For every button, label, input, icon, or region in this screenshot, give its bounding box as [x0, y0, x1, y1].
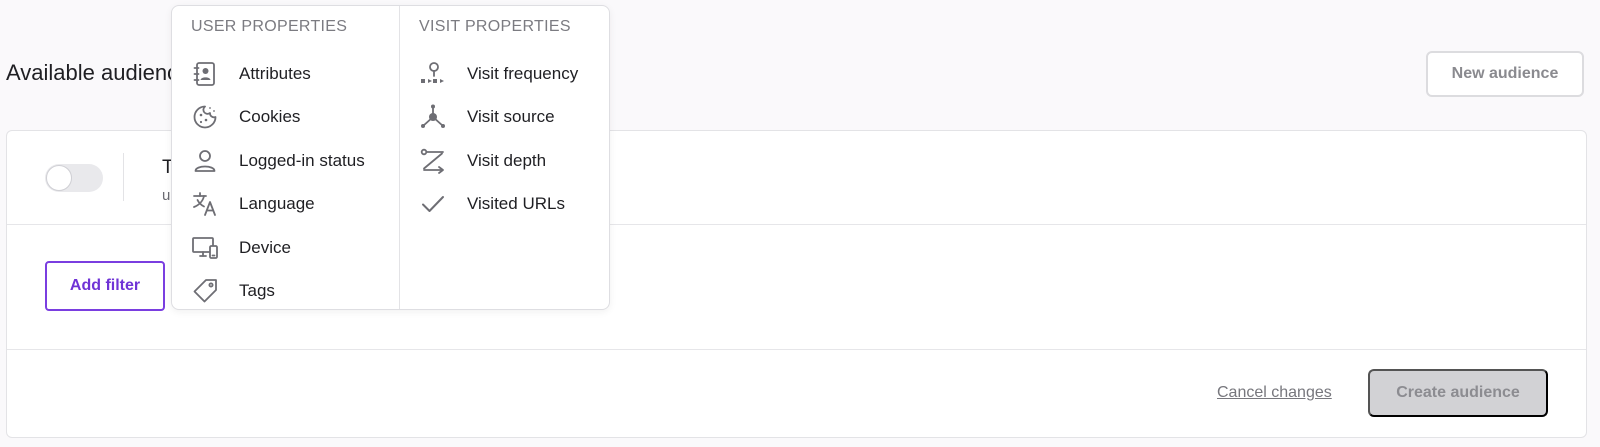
visit-depth-icon — [419, 147, 447, 175]
add-filter-button[interactable]: Add filter — [45, 261, 165, 311]
new-audience-button[interactable]: New audience — [1426, 51, 1584, 97]
menu-item-language[interactable]: Language — [172, 183, 399, 227]
visit-source-icon — [419, 103, 447, 131]
audience-toggle[interactable] — [45, 164, 103, 192]
tag-icon — [191, 277, 219, 305]
menu-item-tags[interactable]: Tags — [172, 270, 399, 314]
menu-item-label: Visit depth — [467, 150, 547, 170]
toggle-knob — [46, 165, 72, 191]
user-properties-column: USER PROPERTIES Attributes Cookies Logge… — [172, 6, 400, 309]
menu-item-logged-in-status[interactable]: Logged-in status — [172, 139, 399, 183]
user-properties-heading: USER PROPERTIES — [191, 18, 348, 35]
visit-properties-list: Visit frequency Visit source Visit depth… — [400, 52, 610, 226]
cancel-changes-link[interactable]: Cancel changes — [1217, 384, 1332, 402]
menu-item-label: Visit source — [467, 107, 555, 127]
menu-item-visit-depth[interactable]: Visit depth — [400, 139, 610, 183]
devices-icon — [191, 234, 219, 262]
person-icon — [191, 147, 219, 175]
translate-icon — [191, 190, 219, 218]
cookie-icon — [191, 103, 219, 131]
header-divider — [123, 153, 124, 201]
menu-item-device[interactable]: Device — [172, 226, 399, 270]
contact-book-icon — [191, 60, 219, 88]
menu-item-attributes[interactable]: Attributes — [172, 52, 399, 96]
create-audience-button[interactable]: Create audience — [1368, 369, 1548, 417]
checkmark-icon — [419, 190, 447, 218]
menu-item-visited-urls[interactable]: Visited URLs — [400, 183, 610, 227]
menu-item-label: Attributes — [239, 63, 311, 83]
menu-item-label: Cookies — [239, 107, 301, 127]
menu-item-visit-frequency[interactable]: Visit frequency — [400, 52, 610, 96]
visit-properties-column: VISIT PROPERTIES Visit frequency Visit s… — [400, 6, 610, 309]
audience-card-footer: Cancel changes Create audience — [7, 349, 1586, 439]
menu-item-label: Device — [239, 237, 291, 257]
filter-dropdown-menu: USER PROPERTIES Attributes Cookies Logge… — [171, 5, 610, 310]
visit-properties-heading: VISIT PROPERTIES — [419, 18, 571, 35]
menu-item-label: Language — [239, 194, 315, 214]
audience-description: u — [162, 187, 171, 204]
menu-item-label: Logged-in status — [239, 150, 365, 170]
menu-item-cookies[interactable]: Cookies — [172, 96, 399, 140]
menu-item-label: Visited URLs — [467, 194, 565, 214]
menu-item-label: Tags — [239, 281, 275, 301]
user-properties-list: Attributes Cookies Logged-in status Lang… — [172, 52, 399, 313]
menu-item-visit-source[interactable]: Visit source — [400, 96, 610, 140]
visit-frequency-icon — [419, 60, 447, 88]
menu-item-label: Visit frequency — [467, 63, 579, 83]
